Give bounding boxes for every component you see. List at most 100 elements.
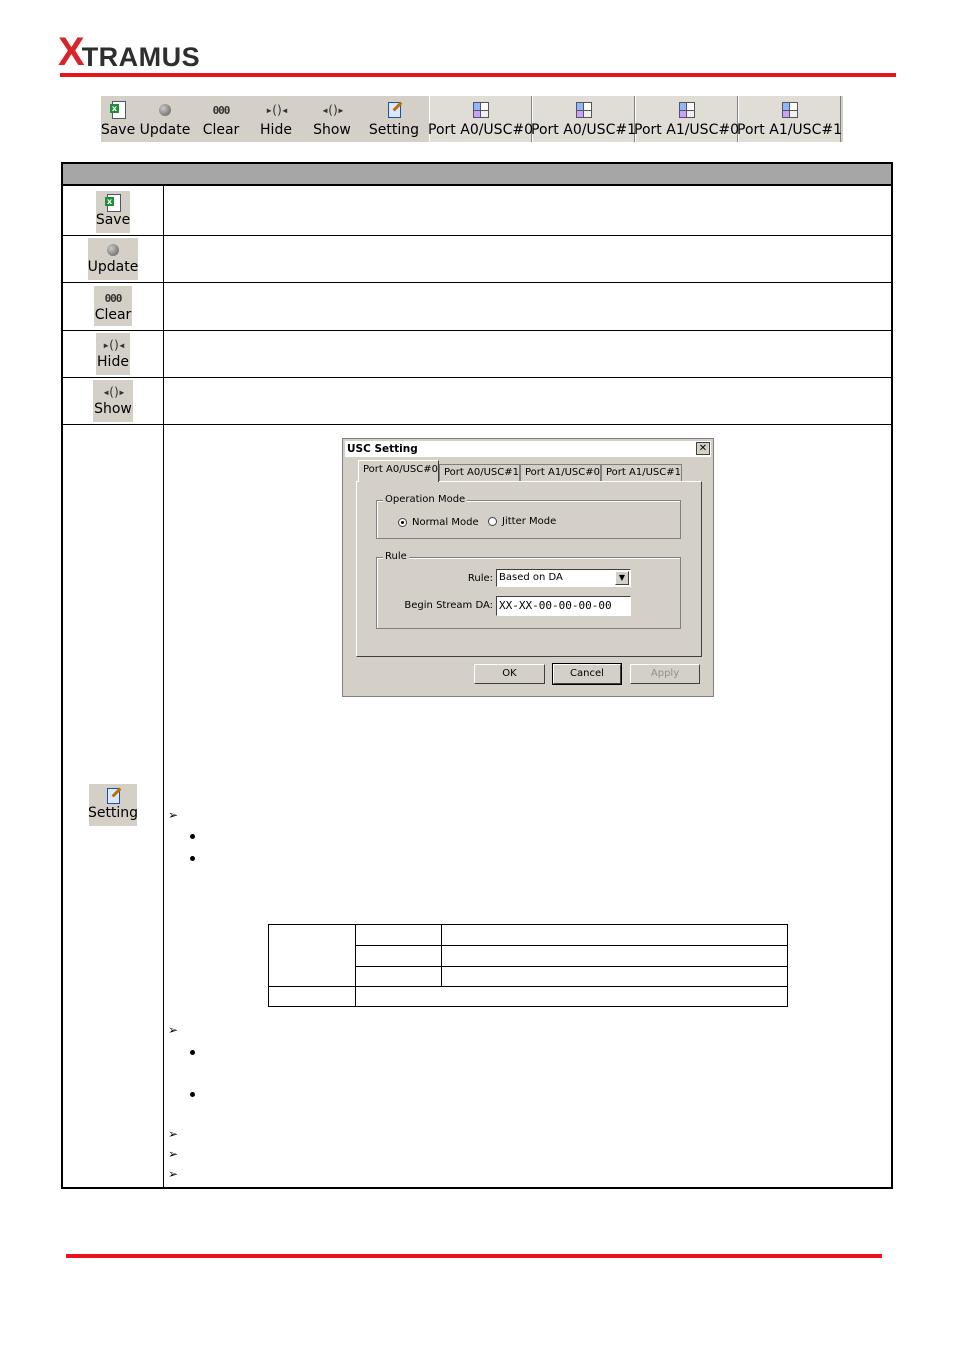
hide-label: Hide xyxy=(260,122,292,138)
hide-icon: ▸()◂ xyxy=(265,103,289,117)
tab-port-a1-usc0[interactable]: Port A1/USC#0 xyxy=(520,464,601,481)
clear-icon: 000 xyxy=(212,103,231,117)
logo-text: TRAMUS xyxy=(81,42,201,72)
toolbar: x Save Update 000 Clear ▸()◂ Hide ◂()▸ S… xyxy=(101,96,843,142)
row-divider xyxy=(63,235,891,236)
clear-row-icon: 000 Clear xyxy=(94,286,132,326)
show-row-icon: ◂()▸ Show xyxy=(93,380,133,422)
clear-icon: 000 xyxy=(104,291,123,305)
begin-stream-da-input[interactable]: XX-XX-00-00-00-00 xyxy=(496,596,631,616)
apply-button[interactable]: Apply xyxy=(630,664,700,684)
port-a0-usc1-button[interactable]: Port A0/USC#1 xyxy=(531,96,636,142)
rule-select-value: Based on DA xyxy=(499,572,563,583)
save-row-icon: x Save xyxy=(96,191,130,233)
hide-button[interactable]: ▸()◂ Hide xyxy=(247,96,305,142)
update-button[interactable]: Update xyxy=(135,96,195,142)
column-divider xyxy=(163,186,164,1187)
rule-label: Rule: xyxy=(467,573,493,584)
arrow-bullet-icon: ➢ xyxy=(168,1167,179,1181)
mode-table-hline xyxy=(356,966,787,967)
setting-row-label: Setting xyxy=(87,805,139,821)
clear-label: Clear xyxy=(202,122,240,138)
port-grid-icon xyxy=(471,100,491,120)
port-grid-icon xyxy=(780,100,800,120)
arrow-bullet-icon: ➢ xyxy=(168,1147,179,1161)
rule-group: Rule Rule: Based on DA ▼ Begin Stream DA… xyxy=(376,551,681,629)
mode-table-hline xyxy=(269,986,787,987)
update-row-label: Update xyxy=(87,259,139,275)
jitter-mode-label: Jitter Mode xyxy=(502,516,557,527)
mode-table-hline xyxy=(356,945,787,946)
tab-port-a0-usc0[interactable]: Port A0/USC#0 xyxy=(358,460,439,482)
row-divider xyxy=(63,377,891,378)
save-excel-icon: x xyxy=(108,100,128,120)
setting-icon xyxy=(103,787,123,805)
mode-table-vline xyxy=(355,925,356,986)
show-button[interactable]: ◂()▸ Show xyxy=(305,96,359,142)
arrow-bullet-icon: ➢ xyxy=(168,808,179,822)
port-grid-icon xyxy=(574,100,594,120)
setting-label: Setting xyxy=(368,122,420,138)
tab-port-a1-usc1[interactable]: Port A1/USC#1 xyxy=(601,464,682,481)
row-divider xyxy=(63,330,891,331)
operation-mode-title: Operation Mode xyxy=(383,494,468,506)
dot-bullet-icon xyxy=(190,1050,195,1055)
radio-unselected-icon xyxy=(488,517,497,526)
close-icon[interactable]: ✕ xyxy=(696,442,710,455)
footer-divider xyxy=(66,1254,882,1258)
port-a1-usc1-button[interactable]: Port A1/USC#1 xyxy=(737,96,842,142)
hide-row-icon: ▸()◂ Hide xyxy=(96,333,130,375)
update-dot-icon xyxy=(103,241,123,259)
normal-mode-label: Normal Mode xyxy=(412,517,479,528)
arrow-bullet-icon: ➢ xyxy=(168,1127,179,1141)
save-button[interactable]: x Save xyxy=(101,96,135,142)
tab-port-a0-usc1[interactable]: Port A0/USC#1 xyxy=(439,464,520,481)
clear-button[interactable]: 000 Clear xyxy=(195,96,247,142)
rule-title: Rule xyxy=(383,551,409,563)
setting-button[interactable]: Setting xyxy=(359,96,429,142)
show-icon: ◂()▸ xyxy=(321,103,345,117)
mode-table-vline xyxy=(355,987,356,1006)
logo-x: X xyxy=(58,30,85,74)
cancel-button[interactable]: Cancel xyxy=(552,663,622,685)
show-icon: ◂()▸ xyxy=(102,385,126,399)
chevron-down-icon[interactable]: ▼ xyxy=(615,571,629,585)
dot-bullet-icon xyxy=(190,834,195,839)
save-label: Save xyxy=(100,122,136,138)
hide-icon: ▸()◂ xyxy=(102,338,126,352)
hide-row-label: Hide xyxy=(97,354,129,370)
arrow-bullet-icon: ➢ xyxy=(168,1023,179,1037)
normal-mode-radio[interactable]: Normal Mode xyxy=(398,517,479,528)
port-label: Port A0/USC#0 xyxy=(428,122,533,138)
port-label: Port A0/USC#1 xyxy=(531,122,636,138)
row-divider xyxy=(63,424,891,425)
jitter-mode-radio[interactable]: Jitter Mode xyxy=(488,516,556,527)
dot-bullet-icon xyxy=(190,1092,195,1097)
header-divider xyxy=(60,73,896,77)
port-a1-usc0-button[interactable]: Port A1/USC#0 xyxy=(634,96,739,142)
update-label: Update xyxy=(139,122,191,138)
mode-table-vline xyxy=(441,925,442,986)
port-label: Port A1/USC#1 xyxy=(737,122,842,138)
ok-button[interactable]: OK xyxy=(474,664,545,684)
setting-icon xyxy=(384,100,404,120)
dialog-title: USC Setting xyxy=(345,441,711,457)
show-row-label: Show xyxy=(94,401,132,417)
usc-setting-dialog: USC Setting ✕ Port A0/USC#0 Port A0/USC#… xyxy=(342,438,714,697)
setting-row-icon: Setting xyxy=(87,784,139,826)
update-row-icon: Update xyxy=(88,238,138,280)
operation-mode-group: Operation Mode Normal Mode Jitter Mode xyxy=(376,494,681,539)
port-grid-icon xyxy=(677,100,697,120)
rule-select[interactable]: Based on DA ▼ xyxy=(496,569,631,587)
clear-row-label: Clear xyxy=(94,307,132,323)
table-header-row xyxy=(63,164,891,186)
port-a0-usc0-button[interactable]: Port A0/USC#0 xyxy=(428,96,533,142)
dot-bullet-icon xyxy=(190,856,195,861)
radio-selected-icon xyxy=(398,518,407,527)
save-excel-icon: x xyxy=(103,194,123,212)
xtramus-logo: X TRAMUS xyxy=(58,32,200,72)
tab-panel: Operation Mode Normal Mode Jitter Mode R… xyxy=(356,481,702,657)
row-divider xyxy=(63,282,891,283)
show-label: Show xyxy=(313,122,351,138)
update-dot-icon xyxy=(155,100,175,120)
